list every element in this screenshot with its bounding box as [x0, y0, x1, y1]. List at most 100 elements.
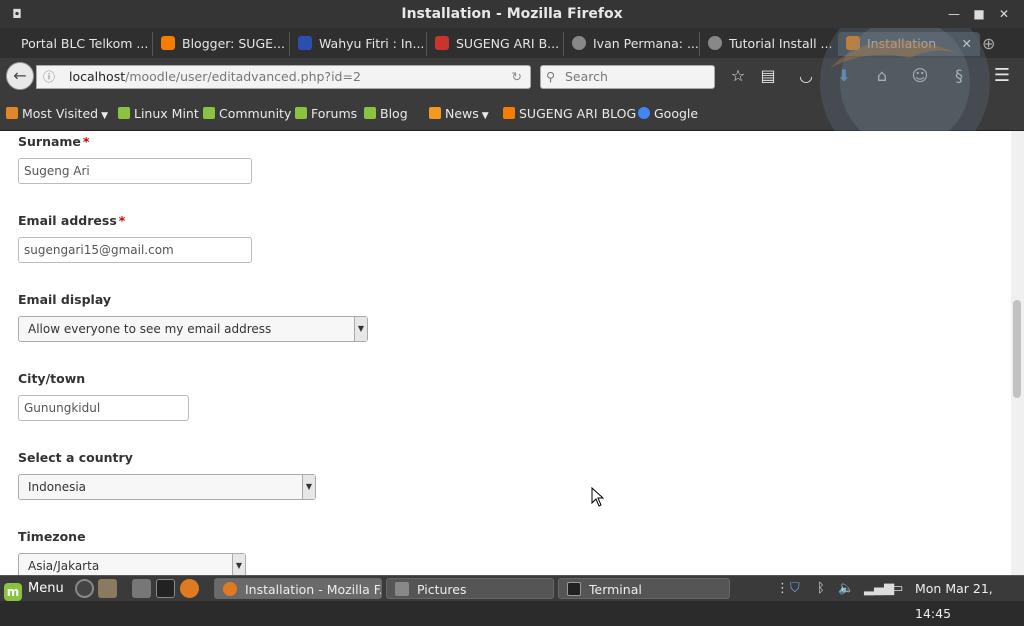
required-mark: * [118, 213, 126, 228]
bookmark-most-visited[interactable]: Most Visited ▼ [6, 105, 108, 123]
taskbar-window-label: Pictures [417, 582, 467, 597]
taskbar-window-terminal[interactable]: Terminal [558, 578, 730, 599]
taskbar-window-label: Terminal [589, 582, 642, 597]
bookmark-google[interactable]: Google [638, 105, 698, 123]
required-mark: * [82, 134, 90, 149]
mint-icon [295, 107, 307, 119]
tab-wahyu-fitri[interactable]: Wahyu Fitri : In... [289, 32, 426, 56]
bookmark-community[interactable]: Community [203, 105, 291, 123]
city-input[interactable]: Gunungkidul [18, 395, 189, 421]
bookmark-label: Forums [311, 106, 358, 121]
url-path: /moodle/user/editadvanced.php?id=2 [125, 69, 361, 84]
tab-label: Portal BLC Telkom ... [21, 36, 148, 51]
mouse-cursor-icon [591, 487, 605, 507]
tab-sugeng-ari-blog[interactable]: SUGENG ARI B... [426, 32, 565, 56]
tab-label: Ivan Permana: ... [593, 36, 699, 51]
bookmark-label: Community [219, 106, 292, 121]
firefox-logo-decoration [790, 28, 1020, 132]
taskbar-window-pictures[interactable]: Pictures [386, 578, 554, 599]
country-select[interactable]: Indonesia ▼ [18, 474, 316, 500]
tab-label: Wahyu Fitri : In... [319, 36, 425, 51]
city-label: City/town [18, 371, 86, 386]
bookmark-blog[interactable]: Blog [364, 105, 408, 123]
surname-input[interactable]: Sugeng Ari [18, 158, 252, 184]
bookmark-label: SUGENG ARI BLOG [519, 106, 637, 121]
tab-label: Blogger: SUGE... [182, 36, 285, 51]
tab-blogger[interactable]: Blogger: SUGE... [152, 32, 293, 56]
reload-icon[interactable]: ↻ [512, 66, 522, 88]
network-signal-icon[interactable]: ▂▄▆ [864, 579, 894, 598]
email-input[interactable]: sugengari15@gmail.com [18, 237, 252, 263]
bookmark-forums[interactable]: Forums [295, 105, 357, 123]
search-icon: ⚲ [546, 69, 556, 84]
start-menu-button[interactable]: m Menu [4, 578, 64, 601]
site-info-icon[interactable]: ⓘ [43, 66, 55, 88]
google-icon [638, 107, 650, 119]
site-favicon-icon [435, 36, 449, 50]
blogger-icon [503, 107, 515, 119]
mint-icon [118, 107, 130, 119]
most-visited-icon [6, 107, 18, 119]
site-favicon-icon [298, 36, 312, 50]
timezone-select[interactable]: Asia/Jakarta ▼ [18, 553, 246, 575]
search-placeholder: Search [565, 69, 608, 84]
timezone-label: Timezone [18, 529, 86, 544]
close-window-icon[interactable]: ✕ [993, 0, 1015, 28]
show-desktop-icon[interactable] [132, 579, 151, 598]
blogger-icon [161, 36, 175, 50]
bluetooth-icon[interactable]: ᛒ [817, 579, 825, 598]
url-host: localhost [69, 69, 126, 84]
url-bar[interactable]: ⓘ localhost/moodle/user/editadvanced.php… [36, 65, 531, 89]
system-icon[interactable] [75, 579, 94, 598]
search-input[interactable]: ⚲ Search [540, 65, 715, 89]
system-taskbar: m Menu Installation - Mozilla F... Pictur… [0, 575, 1024, 621]
bookmark-label: Most Visited [22, 106, 99, 121]
page-content: Surname * Sugeng Ari Email address * sugen… [0, 131, 1011, 575]
email-label: Email address * [18, 213, 125, 228]
globe-favicon-icon [708, 36, 722, 50]
bookmark-star-icon[interactable]: ☆ [726, 62, 750, 90]
surname-label: Surname * [18, 134, 89, 149]
terminal-launcher-icon[interactable] [156, 579, 175, 598]
reading-list-icon[interactable]: ▤ [756, 62, 780, 90]
taskbar-window-firefox[interactable]: Installation - Mozilla F... [214, 578, 382, 599]
folder-icon [395, 582, 409, 596]
scrollbar-thumb[interactable] [1013, 300, 1021, 398]
mint-icon [203, 107, 215, 119]
bookmark-label: News [445, 106, 479, 121]
tab-label: SUGENG ARI B... [456, 36, 560, 51]
url-text: localhost/moodle/user/editadvanced.php?i… [69, 66, 361, 88]
chevron-down-icon: ▼ [302, 475, 315, 499]
chevron-down-icon: ▼ [481, 111, 489, 121]
email-display-select[interactable]: Allow everyone to see my email address ▼ [18, 316, 368, 342]
chevron-down-icon: ▼ [101, 111, 109, 121]
clock[interactable]: Mon Mar 21, 14:45 [915, 576, 1024, 621]
chevron-down-icon: ▼ [232, 554, 245, 575]
select-value: Indonesia [28, 480, 87, 494]
country-label: Select a country [18, 450, 133, 465]
window-titlebar: ◘ Installation - Mozilla Firefox — ■ ✕ [0, 0, 1024, 28]
bookmark-label: Google [654, 106, 699, 121]
update-shield-icon[interactable]: ⛉ [790, 579, 800, 598]
firefox-icon [223, 582, 237, 596]
taskbar-window-label: Installation - Mozilla F... [245, 582, 382, 597]
volume-icon[interactable]: 🔈 [838, 579, 854, 598]
file-manager-icon[interactable] [98, 579, 117, 598]
maximize-icon[interactable]: ■ [968, 0, 990, 28]
label-text: Surname [18, 134, 81, 149]
back-arrow-icon[interactable]: ← [6, 62, 34, 90]
bookmark-sugeng-ari-blog[interactable]: SUGENG ARI BLOG [503, 105, 636, 123]
select-value: Allow everyone to see my email address [28, 322, 272, 336]
firefox-launcher-icon[interactable] [180, 579, 199, 598]
tab-ivan-permana[interactable]: Ivan Permana: ... [563, 32, 700, 56]
bookmark-label: Linux Mint [134, 106, 199, 121]
bookmark-news[interactable]: News ▼ [429, 105, 489, 123]
tray-grip-icon: ⋮ [776, 581, 789, 596]
minimize-icon[interactable]: — [943, 0, 965, 28]
tab-portal-blc[interactable]: Portal BLC Telkom ... [8, 32, 148, 56]
select-value: Asia/Jakarta [28, 559, 100, 573]
terminal-icon [567, 582, 581, 596]
battery-icon[interactable]: ▭ [891, 579, 903, 598]
chevron-down-icon: ▼ [354, 317, 367, 341]
bookmark-linux-mint[interactable]: Linux Mint [118, 105, 199, 123]
